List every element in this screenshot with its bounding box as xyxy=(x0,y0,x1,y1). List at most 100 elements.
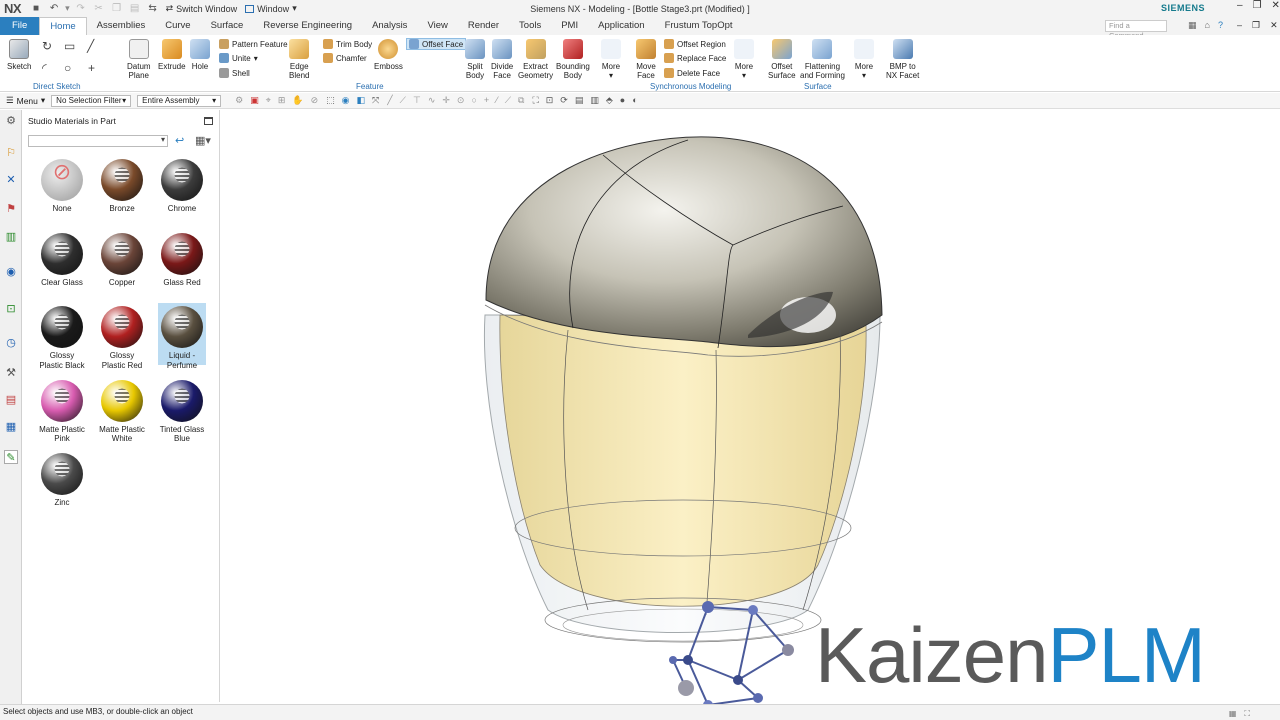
zoom-icon[interactable]: ⊡ xyxy=(546,95,554,106)
window-menu-button[interactable]: Window ▾ xyxy=(245,3,297,14)
select-all-icon[interactable]: ▣ xyxy=(250,95,259,106)
divide-face-button[interactable]: Divide Face xyxy=(491,39,513,80)
view-icon[interactable]: ◉ xyxy=(342,95,350,106)
roles-icon[interactable]: ▦ xyxy=(4,420,18,434)
emboss-button[interactable]: Emboss xyxy=(374,39,403,71)
snap-circle-icon[interactable]: ○ xyxy=(471,95,476,106)
undo-icon[interactable]: ↶ xyxy=(47,2,61,16)
assembly-navigator-icon[interactable]: ✕ xyxy=(4,173,18,187)
tab-surface[interactable]: Surface xyxy=(201,17,254,35)
material-tile[interactable]: Glossy Plastic Black xyxy=(38,303,86,370)
back-arrow-icon[interactable]: ↩ xyxy=(175,134,184,147)
switch-window-button[interactable]: ⇄ Switch Window xyxy=(166,3,238,14)
minimize-icon[interactable]: – xyxy=(1237,20,1242,31)
copy-icon[interactable]: ❐ xyxy=(110,2,124,16)
material-tile[interactable]: Matte Plastic Pink xyxy=(38,377,86,443)
snap-cross-icon[interactable]: ✛ xyxy=(442,95,450,106)
dropdown-icon[interactable]: ▾ xyxy=(65,3,70,14)
fullscreen-icon[interactable]: ⛶ xyxy=(1244,707,1250,720)
offset-face-button[interactable]: Offset Face xyxy=(406,38,467,50)
paste-icon[interactable]: ▤ xyxy=(128,2,142,16)
more-button[interactable]: More ▾ xyxy=(854,39,874,80)
tab-render[interactable]: Render xyxy=(458,17,509,35)
studio-materials-icon[interactable]: ✎ xyxy=(4,450,18,464)
move-face-button[interactable]: Move Face xyxy=(636,39,656,80)
snap-icon[interactable]: ⚙ xyxy=(235,95,243,106)
bmp-to-nx-facet-button[interactable]: BMP to NX Facet xyxy=(886,39,919,80)
unite-button[interactable]: Unite ▾ xyxy=(219,53,258,63)
material-tile[interactable]: ⊘ None xyxy=(38,156,86,218)
selection-filter-dropdown[interactable]: No Selection Filter ▾ xyxy=(51,94,132,107)
more-button[interactable]: More ▾ xyxy=(601,39,621,80)
offset-region-button[interactable]: Offset Region xyxy=(664,39,726,49)
snap-end-icon[interactable]: ⟋ xyxy=(400,95,406,106)
snap-box-icon[interactable]: ⧉ xyxy=(518,95,524,106)
extract-geometry-button[interactable]: Extract Geometry xyxy=(518,39,553,80)
tab-view[interactable]: View xyxy=(417,17,457,35)
grid-icon[interactable]: ▦ xyxy=(1229,707,1237,720)
repeat-command-icon[interactable]: ⇆ xyxy=(146,2,160,16)
fit-icon[interactable]: ⛶ xyxy=(532,95,538,106)
restore-icon[interactable]: ❐ xyxy=(1252,20,1260,31)
rotate-icon[interactable]: ⤧ xyxy=(372,95,379,106)
snap-center-icon[interactable]: ⊙ xyxy=(457,95,465,106)
arc-icon[interactable]: ◜ xyxy=(42,61,47,75)
help-icon[interactable]: ? xyxy=(1218,20,1223,31)
clock-icon[interactable]: ◷ xyxy=(4,336,18,350)
material-tile[interactable]: Bronze xyxy=(98,156,146,218)
selection-scope-dropdown[interactable]: Entire Assembly ▾ xyxy=(137,94,222,107)
constraint-navigator-icon[interactable]: ⚑ xyxy=(4,202,18,216)
replace-face-button[interactable]: Replace Face xyxy=(664,53,726,63)
snap-mid-icon[interactable]: ⊤ xyxy=(413,95,421,106)
filter-icon[interactable]: ⊞ xyxy=(278,95,286,106)
material-tile[interactable]: Copper xyxy=(98,230,146,292)
tab-reverse-engineering[interactable]: Reverse Engineering xyxy=(253,17,362,35)
orbit-icon[interactable]: ⟳ xyxy=(560,95,568,106)
hand-icon[interactable]: ✋ xyxy=(292,95,303,106)
lasso-icon[interactable]: ⬚ xyxy=(326,95,335,106)
snap-diag-icon[interactable]: ⟋ xyxy=(505,95,511,106)
tab-curve[interactable]: Curve xyxy=(155,17,200,35)
tab-home[interactable]: Home xyxy=(39,17,87,35)
edge-blend-button[interactable]: Edge Blend xyxy=(289,39,309,80)
extrude-button[interactable]: Extrude xyxy=(158,39,186,71)
chamfer-button[interactable]: Chamfer xyxy=(323,53,367,63)
maximize-icon[interactable] xyxy=(204,117,213,125)
snap-line-icon[interactable]: ╱ xyxy=(387,95,392,106)
shell-button[interactable]: Shell xyxy=(219,68,250,78)
material-filter-dropdown[interactable] xyxy=(28,135,168,147)
snap-curve-icon[interactable]: ∿ xyxy=(428,95,436,106)
material-tile[interactable]: Glossy Plastic Red xyxy=(98,303,146,370)
material-tile[interactable]: Matte Plastic White xyxy=(98,377,146,443)
split-body-button[interactable]: Split Body xyxy=(465,39,485,80)
offset-surface-button[interactable]: Offset Surface xyxy=(768,39,796,80)
color-icon[interactable]: ● xyxy=(620,95,625,106)
home-icon[interactable]: ⌂ xyxy=(1205,20,1210,31)
datum-plane-button[interactable]: Datum Plane xyxy=(127,39,151,80)
more-button[interactable]: More ▾ xyxy=(734,39,754,80)
tab-analysis[interactable]: Analysis xyxy=(362,17,417,35)
material-tile[interactable]: Glass Red xyxy=(158,230,206,292)
view-mode-icon[interactable]: ▦▾ xyxy=(195,134,211,147)
pin-icon[interactable]: ⌖ xyxy=(266,95,271,106)
material-tile[interactable]: Zinc xyxy=(38,450,86,512)
material-tile[interactable]: Tinted Glass Blue xyxy=(158,377,206,443)
flattening-and-forming-button[interactable]: Flattening and Forming xyxy=(800,39,845,80)
material-tile[interactable]: Liquid - Perfume xyxy=(158,303,206,370)
tab-pmi[interactable]: PMI xyxy=(551,17,588,35)
point-icon[interactable]: + xyxy=(88,61,95,75)
sketch-button[interactable]: Sketch xyxy=(7,39,31,71)
orient-icon[interactable]: ⬘ xyxy=(606,95,613,106)
rectangle-icon[interactable]: ▭ xyxy=(64,39,75,53)
redo-icon[interactable]: ↷ xyxy=(74,2,88,16)
history-icon[interactable]: ⊡ xyxy=(4,302,18,316)
shade-icon[interactable]: ◧ xyxy=(357,95,366,106)
snap-plus-icon[interactable]: + xyxy=(484,95,489,106)
tab-file[interactable]: File xyxy=(0,17,40,35)
tab-assemblies[interactable]: Assemblies xyxy=(87,17,156,35)
tab-frustum-topopt[interactable]: Frustum TopOpt xyxy=(655,17,743,35)
line-icon[interactable]: ╱ xyxy=(87,39,94,53)
hole-button[interactable]: Hole xyxy=(190,39,210,71)
delete-face-button[interactable]: Delete Face xyxy=(664,68,720,78)
layout-icon[interactable]: ▦ xyxy=(1188,20,1197,31)
